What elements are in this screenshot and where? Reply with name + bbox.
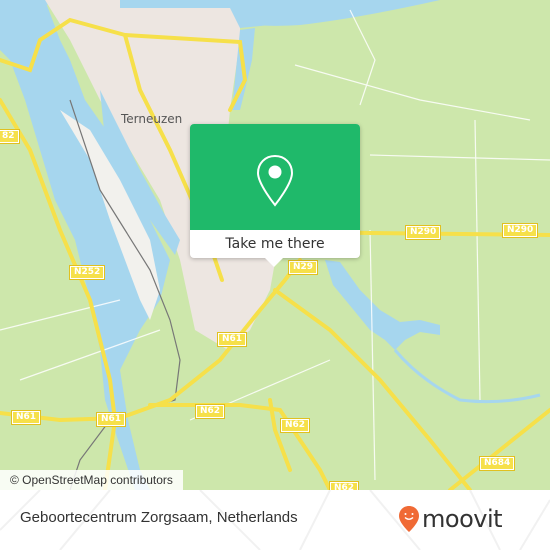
road-label: N61 <box>10 410 42 425</box>
footer: Geboortecentrum Zorgsaam, Netherlands mo… <box>0 490 550 550</box>
water-stream <box>393 349 541 404</box>
popup-tail <box>264 257 284 267</box>
road-label: 82 <box>0 129 20 144</box>
moovit-logo[interactable]: moovit <box>398 504 503 534</box>
take-me-there-button[interactable]: Take me there <box>190 230 360 258</box>
location-popup[interactable]: Take me there <box>190 124 360 267</box>
road-label: N62 <box>279 418 311 433</box>
road-label: N290 <box>404 225 442 240</box>
road-label: N29 <box>287 260 319 275</box>
water-river <box>325 260 440 350</box>
moovit-pin-icon <box>399 506 419 532</box>
road-label: N252 <box>68 265 106 280</box>
map-pin-icon <box>256 154 294 207</box>
road-n684 <box>448 408 550 490</box>
road-label: N684 <box>478 456 516 471</box>
popup-header[interactable] <box>190 124 360 230</box>
city-label-terneuzen: Terneuzen <box>121 112 183 126</box>
place-name: Geboortecentrum Zorgsaam, Netherlands <box>20 509 298 526</box>
road-label: N61 <box>95 412 127 427</box>
road-label: N61 <box>216 332 248 347</box>
map[interactable]: Terneuzen 82 N252 N290 N290 N29 N61 N61 … <box>0 0 550 490</box>
road-label: N62 <box>328 481 360 490</box>
map-attribution[interactable]: © OpenStreetMap contributors <box>0 470 183 490</box>
road-label: N62 <box>194 404 226 419</box>
road-label: N290 <box>501 223 539 238</box>
brand-name: moovit <box>422 505 503 533</box>
